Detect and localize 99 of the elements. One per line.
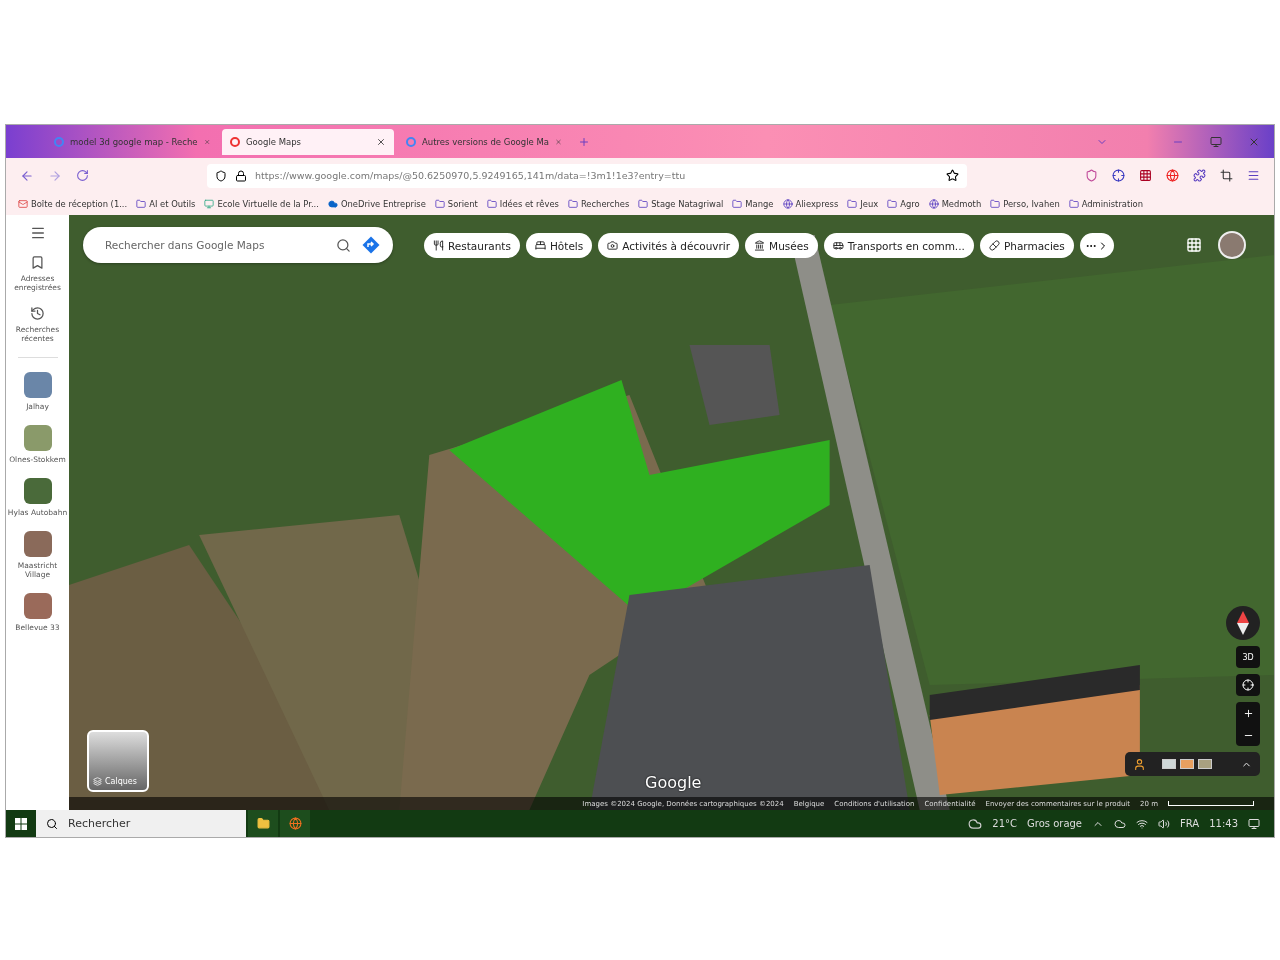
locate-button[interactable]: [1236, 674, 1260, 696]
google-icon: [406, 137, 416, 147]
cloud-icon[interactable]: [1114, 817, 1127, 830]
folder-icon: [638, 199, 649, 209]
folder-icon: [990, 199, 1001, 209]
bookmark-link[interactable]: Medmoth: [928, 199, 982, 209]
photo-placeholder: [23, 478, 52, 504]
taskbar-search-bar[interactable]: Rechercher: [36, 810, 246, 837]
mail-icon: [18, 199, 28, 209]
camera-icon: [607, 240, 619, 251]
close-icon[interactable]: [376, 137, 386, 147]
map-pin-icon: [230, 137, 240, 147]
google-logo: Google: [645, 773, 702, 792]
crop-icon[interactable]: [1220, 169, 1233, 182]
category-chip[interactable]: Pharmacies: [979, 233, 1074, 258]
address-field[interactable]: https://www.google.com/maps/@50.6250970,5.9249165,141m/data=!3m1!1e3?entry=ttu: [207, 163, 967, 188]
bed-icon: [534, 240, 546, 251]
folder-icon: [486, 199, 497, 209]
reload-icon[interactable]: [76, 169, 89, 182]
folder-icon: [732, 199, 743, 209]
layers-icon: [93, 777, 102, 786]
lock-icon: [235, 169, 247, 182]
bookmark-icon: [30, 255, 45, 270]
taskbar-search-field[interactable]: Rechercher: [66, 816, 220, 831]
category-chip[interactable]: Hôtels: [525, 233, 593, 258]
photo-placeholder: [23, 531, 52, 557]
search-field[interactable]: Rechercher dans Google Maps: [103, 238, 326, 252]
bookmark-link[interactable]: Aliexpress: [782, 199, 839, 209]
category-chip[interactable]: Musées: [745, 233, 818, 258]
menu-icon[interactable]: [29, 225, 46, 241]
browser-tab[interactable]: model 3d google map - Reche: [46, 129, 218, 155]
photo-placeholder: [23, 593, 52, 619]
map-tile-thumbnail[interactable]: [1162, 759, 1176, 769]
layers-button[interactable]: Calques: [87, 730, 149, 792]
compass-needle-icon: [1236, 611, 1250, 635]
weather-text: Gros orage: [1027, 818, 1083, 829]
search-bar[interactable]: Rechercher dans Google Maps: [83, 227, 393, 263]
browser-tab[interactable]: Google Maps: [222, 129, 394, 155]
bookmark-link[interactable]: Sorient: [434, 199, 478, 209]
cloud-icon: [327, 199, 338, 209]
view-3d-button[interactable]: 3D: [1236, 646, 1260, 668]
puzzle-icon[interactable]: [1193, 169, 1206, 182]
site-icon: [204, 199, 215, 209]
globe-icon: [928, 199, 939, 209]
bookmark-link[interactable]: Perso, Ivahen: [990, 199, 1060, 209]
target-icon[interactable]: [1112, 169, 1125, 182]
locate-icon: [1242, 679, 1254, 691]
museum-icon: [754, 240, 766, 251]
folder-icon: [567, 199, 578, 209]
pill-icon: [988, 240, 1000, 251]
category-chip[interactable]: Restaurants: [424, 233, 520, 258]
folder-icon: [136, 199, 147, 209]
search-icon: [46, 817, 58, 830]
plus-icon: [1242, 707, 1254, 719]
folder-icon: [847, 199, 858, 209]
temperature-text: 21°C: [992, 818, 1017, 829]
bookmark-link[interactable]: Jeux: [847, 199, 879, 209]
back-icon[interactable]: [20, 168, 34, 183]
bookmark-link[interactable]: Ecole Virtuelle de la Pr...: [204, 199, 319, 209]
folder-icon: [887, 199, 898, 209]
apps-grid-icon[interactable]: [1186, 237, 1202, 253]
windows-icon: [15, 817, 27, 830]
taskbar-app[interactable]: [248, 810, 278, 837]
utensils-icon: [433, 240, 444, 251]
star-icon[interactable]: [946, 169, 959, 182]
taskbar-app[interactable]: [280, 810, 310, 837]
map-tile-thumbnail[interactable]: [1180, 759, 1194, 769]
photo-placeholder: [23, 425, 52, 451]
bookmark-link[interactable]: Recherches: [567, 199, 630, 209]
map-tile-thumbnail[interactable]: [1198, 759, 1212, 769]
maximize-icon[interactable]: [1210, 136, 1222, 148]
browser-tab[interactable]: Autres versions de Google Ma: [398, 129, 570, 155]
google-icon: [54, 137, 64, 147]
photo-placeholder: [23, 372, 52, 398]
category-chip[interactable]: Activités à découvrir: [598, 233, 740, 258]
folder-icon: [434, 199, 445, 209]
globe-icon: [782, 199, 793, 209]
bookmark-link[interactable]: Administration: [1068, 199, 1143, 209]
search-icon[interactable]: [336, 237, 351, 253]
bus-icon: [832, 240, 844, 251]
bookmark-link[interactable]: Idées et rêves: [486, 199, 559, 209]
category-chip[interactable]: Transports en comm...: [823, 233, 974, 258]
pegman-icon[interactable]: [1133, 757, 1146, 771]
network-icon[interactable]: [1136, 817, 1149, 830]
bookmark-link[interactable]: Agro: [887, 199, 920, 209]
menu-icon[interactable]: [1247, 169, 1260, 182]
bookmark-link[interactable]: Stage Natagriwal: [638, 199, 724, 209]
shield-icon: [215, 169, 227, 182]
language-text[interactable]: FRA: [1180, 818, 1200, 829]
history-icon: [30, 306, 45, 321]
bookmark-link[interactable]: OneDrive Entreprise: [327, 199, 426, 209]
bookmark-link[interactable]: AI et Outils: [136, 199, 196, 209]
folder-icon: [256, 817, 270, 830]
bookmark-link[interactable]: Mange: [732, 199, 774, 209]
clock-text[interactable]: 11:43: [1209, 818, 1238, 829]
folder-icon: [1068, 199, 1079, 209]
bookmark-link[interactable]: Boîte de réception (1...: [18, 199, 128, 209]
browser-icon: [288, 817, 302, 830]
speaker-icon[interactable]: [1158, 817, 1171, 830]
